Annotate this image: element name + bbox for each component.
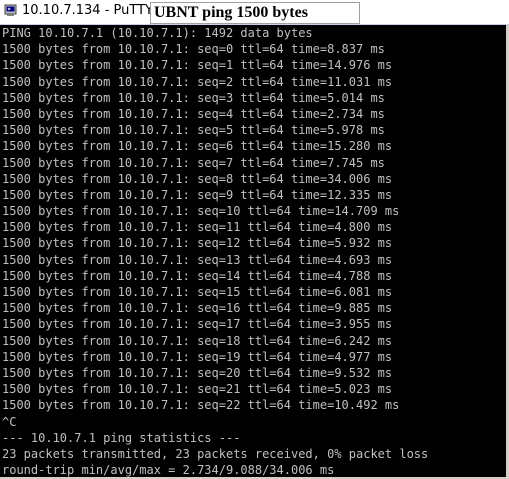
terminal-line: 1500 bytes from 10.10.7.1: seq=16 ttl=64… [2,301,393,316]
terminal-line: 1500 bytes from 10.10.7.1: seq=19 ttl=64… [2,349,393,364]
terminal-line: 1500 bytes from 10.10.7.1: seq=10 ttl=64… [2,204,400,219]
terminal-line: 1500 bytes from 10.10.7.1: seq=18 ttl=64… [2,333,393,348]
terminal-line: 1500 bytes from 10.10.7.1: seq=8 ttl=64 … [2,171,393,186]
terminal-line: 1500 bytes from 10.10.7.1: seq=5 ttl=64 … [2,123,385,138]
terminal-line: 1500 bytes from 10.10.7.1: seq=14 ttl=64… [2,268,393,283]
terminal-line: 1500 bytes from 10.10.7.1: seq=7 ttl=64 … [2,155,385,170]
terminal-line: 1500 bytes from 10.10.7.1: seq=6 ttl=64 … [2,139,393,154]
caption-label: UBNT ping 1500 bytes [150,2,360,24]
terminal-line: 23 packets transmitted, 23 packets recei… [2,446,429,461]
terminal-line: 1500 bytes from 10.10.7.1: seq=17 ttl=64… [2,317,393,332]
window-title: 10.10.7.134 - PuTTY [22,3,153,18]
terminal-line: 1500 bytes from 10.10.7.1: seq=1 ttl=64 … [2,58,393,73]
terminal-line: 1500 bytes from 10.10.7.1: seq=11 ttl=64… [2,220,393,235]
terminal-line: 1500 bytes from 10.10.7.1: seq=4 ttl=64 … [2,106,385,121]
terminal-line: 1500 bytes from 10.10.7.1: seq=3 ttl=64 … [2,90,385,105]
terminal-line: round-trip min/avg/max = 2.734/9.088/34.… [2,463,335,478]
terminal-line: 1500 bytes from 10.10.7.1: seq=2 ttl=64 … [2,74,393,89]
terminal-line: --- 10.10.7.1 ping statistics --- [2,430,241,445]
terminal-line: 1500 bytes from 10.10.7.1: seq=21 ttl=64… [2,382,393,397]
putty-terminal-icon[interactable] [4,3,18,17]
terminal-line: 1500 bytes from 10.10.7.1: seq=15 ttl=64… [2,285,393,299]
terminal-line: PING 10.10.7.1 (10.10.7.1): 1492 data by… [2,26,313,40]
terminal-line: 1500 bytes from 10.10.7.1: seq=13 ttl=64… [2,252,393,267]
terminal-line: 1500 bytes from 10.10.7.1: seq=22 ttl=64… [2,398,400,413]
terminal-line: ^C [2,414,17,429]
terminal-line: 1500 bytes from 10.10.7.1: seq=9 ttl=64 … [2,187,393,202]
terminal-line: 1500 bytes from 10.10.7.1: seq=0 ttl=64 … [2,42,385,57]
terminal-line: 1500 bytes from 10.10.7.1: seq=12 ttl=64… [2,236,393,251]
terminal-output[interactable]: PING 10.10.7.1 (10.10.7.1): 1492 data by… [0,25,506,477]
terminal-line: 1500 bytes from 10.10.7.1: seq=20 ttl=64… [2,365,393,380]
